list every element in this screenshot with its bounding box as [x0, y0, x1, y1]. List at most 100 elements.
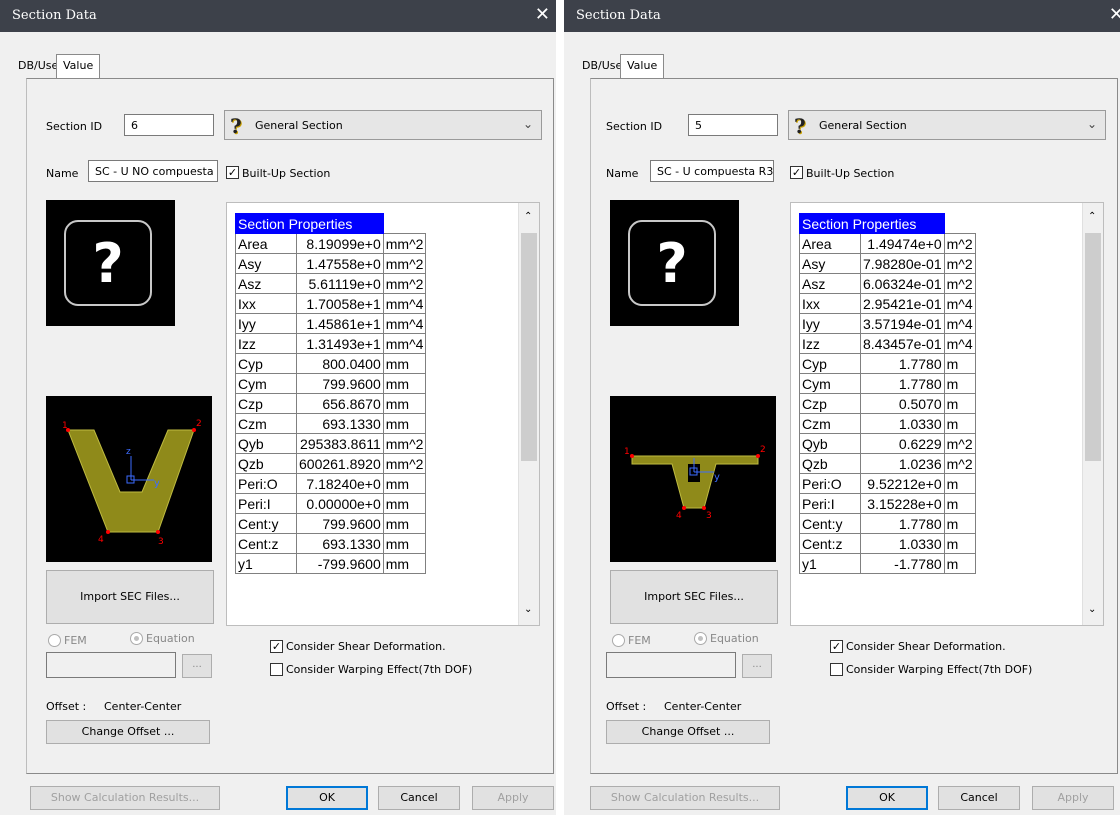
- properties-grid: Section Properties Area 8.19099e+0 mm^2 As…: [235, 213, 427, 574]
- built-up-checkbox[interactable]: ✓: [790, 166, 803, 179]
- property-unit: m^2: [943, 433, 976, 454]
- chevron-down-icon[interactable]: ⌄: [1088, 604, 1096, 615]
- property-name: Czm: [799, 413, 861, 434]
- property-name: Cent:y: [235, 513, 297, 534]
- apply-button[interactable]: Apply: [472, 786, 554, 810]
- scroll-thumb[interactable]: [1085, 233, 1101, 461]
- shear-deformation-checkbox[interactable]: ✓: [270, 640, 283, 653]
- property-unit: mm: [382, 393, 427, 414]
- warping-effect-checkbox[interactable]: [270, 663, 283, 676]
- apply-button[interactable]: Apply: [1032, 786, 1114, 810]
- close-icon[interactable]: ✕: [535, 4, 550, 25]
- properties-header: Section Properties: [799, 213, 945, 234]
- property-name: Iyy: [235, 313, 297, 334]
- section-data-dialog: Section Data ✕ DB/User Value Section ID …: [0, 0, 556, 815]
- tab-value[interactable]: Value: [620, 54, 665, 79]
- property-unit: mm: [382, 513, 427, 534]
- close-icon[interactable]: ✕: [1109, 4, 1120, 25]
- show-calculation-results-button[interactable]: Show Calculation Results...: [30, 786, 220, 810]
- property-unit: mm: [382, 533, 427, 554]
- node-label: 3: [158, 537, 164, 547]
- import-sec-files-button[interactable]: Import SEC Files...: [46, 570, 214, 624]
- node-label: 1: [62, 421, 68, 431]
- section-id-label: Section ID: [46, 120, 103, 133]
- u-section-drawing: z y 1 2 3 4: [62, 419, 202, 547]
- property-value: 1.0330: [860, 413, 945, 434]
- scroll-thumb[interactable]: [521, 233, 537, 461]
- property-name: Qyb: [799, 433, 861, 454]
- title-bar: Section Data ✕: [0, 0, 556, 32]
- property-value: 1.49474e+0: [860, 233, 945, 254]
- browse-button[interactable]: ...: [742, 654, 772, 678]
- properties-grid: Section Properties Area 1.49474e+0 m^2 Asy…: [799, 213, 976, 574]
- property-unit: mm^4: [382, 333, 427, 354]
- table-row: Cyp 1.7780 m: [799, 353, 976, 374]
- table-row: Qyb 295383.8611 mm^2: [235, 433, 427, 454]
- ok-button[interactable]: OK: [846, 786, 928, 810]
- property-unit: mm^4: [382, 313, 427, 334]
- property-unit: m: [943, 413, 976, 434]
- chevron-up-icon[interactable]: ⌃: [524, 211, 532, 222]
- fem-radio[interactable]: [612, 634, 625, 647]
- section-id-field[interactable]: 5: [688, 114, 778, 136]
- table-row: Asy 1.47558e+0 mm^2: [235, 253, 427, 274]
- fem-radio[interactable]: [48, 634, 61, 647]
- built-up-label: Built-Up Section: [806, 167, 895, 180]
- property-unit: m: [943, 473, 976, 494]
- property-name: Asy: [799, 253, 861, 274]
- table-row: Peri:I 0.00000e+0 mm: [235, 493, 427, 514]
- warping-effect-checkbox[interactable]: [830, 663, 843, 676]
- property-value: 6.06324e-01: [860, 273, 945, 294]
- equation-radio[interactable]: [694, 632, 707, 645]
- section-properties-table: Section Properties Area 1.49474e+0 m^2 Asy…: [790, 202, 1104, 626]
- file-path-field[interactable]: [46, 652, 176, 678]
- import-sec-files-button[interactable]: Import SEC Files...: [610, 570, 778, 624]
- property-value: 1.47558e+0: [296, 253, 384, 274]
- table-row: Qzb 1.0236 m^2: [799, 453, 976, 474]
- property-unit: mm: [382, 493, 427, 514]
- name-field[interactable]: SC - U compuesta R3: [650, 160, 774, 182]
- change-offset-button[interactable]: Change Offset ...: [606, 720, 770, 744]
- chevron-up-icon[interactable]: ⌃: [1088, 211, 1096, 222]
- shear-deformation-checkbox[interactable]: ✓: [830, 640, 843, 653]
- properties-scrollbar[interactable]: ⌃ ⌄: [1082, 203, 1103, 625]
- tab-value[interactable]: Value: [56, 54, 101, 79]
- property-value: 1.7780: [860, 353, 945, 374]
- show-calculation-results-button[interactable]: Show Calculation Results...: [590, 786, 780, 810]
- cancel-button[interactable]: Cancel: [378, 786, 460, 810]
- property-name: Cym: [235, 373, 297, 394]
- cancel-button[interactable]: Cancel: [938, 786, 1020, 810]
- property-name: y1: [799, 553, 861, 574]
- table-row: Czp 0.5070 m: [799, 393, 976, 414]
- property-value: 7.98280e-01: [860, 253, 945, 274]
- name-label: Name: [46, 167, 79, 180]
- section-type-select[interactable]: ? General Section ⌄: [788, 110, 1106, 140]
- property-unit: m: [943, 373, 976, 394]
- name-field[interactable]: SC - U NO compuesta: [88, 160, 218, 182]
- property-value: 3.57194e-01: [860, 313, 945, 334]
- section-type-select[interactable]: ? General Section ⌄: [224, 110, 542, 140]
- property-unit: mm^2: [382, 253, 427, 274]
- fem-label: FEM: [628, 634, 651, 647]
- property-name: Izz: [235, 333, 297, 354]
- property-value: 3.15228e+0: [860, 493, 945, 514]
- property-value: -799.9600: [296, 553, 384, 574]
- table-row: Cent:z 1.0330 m: [799, 533, 976, 554]
- property-value: 1.70058e+1: [296, 293, 384, 314]
- property-name: Area: [799, 233, 861, 254]
- file-path-field[interactable]: [606, 652, 736, 678]
- table-row: Izz 8.43457e-01 m^4: [799, 333, 976, 354]
- table-row: Cyp 800.0400 mm: [235, 353, 427, 374]
- property-name: Cent:z: [799, 533, 861, 554]
- ok-button[interactable]: OK: [286, 786, 368, 810]
- node-label: 3: [706, 511, 712, 521]
- browse-button[interactable]: ...: [182, 654, 212, 678]
- table-row: Izz 1.31493e+1 mm^4: [235, 333, 427, 354]
- change-offset-button[interactable]: Change Offset ...: [46, 720, 210, 744]
- built-up-checkbox[interactable]: ✓: [226, 166, 239, 179]
- section-id-field[interactable]: 6: [124, 114, 214, 136]
- chevron-down-icon[interactable]: ⌄: [524, 604, 532, 615]
- title-bar: Section Data ✕: [564, 0, 1120, 32]
- properties-scrollbar[interactable]: ⌃ ⌄: [518, 203, 539, 625]
- equation-radio[interactable]: [130, 632, 143, 645]
